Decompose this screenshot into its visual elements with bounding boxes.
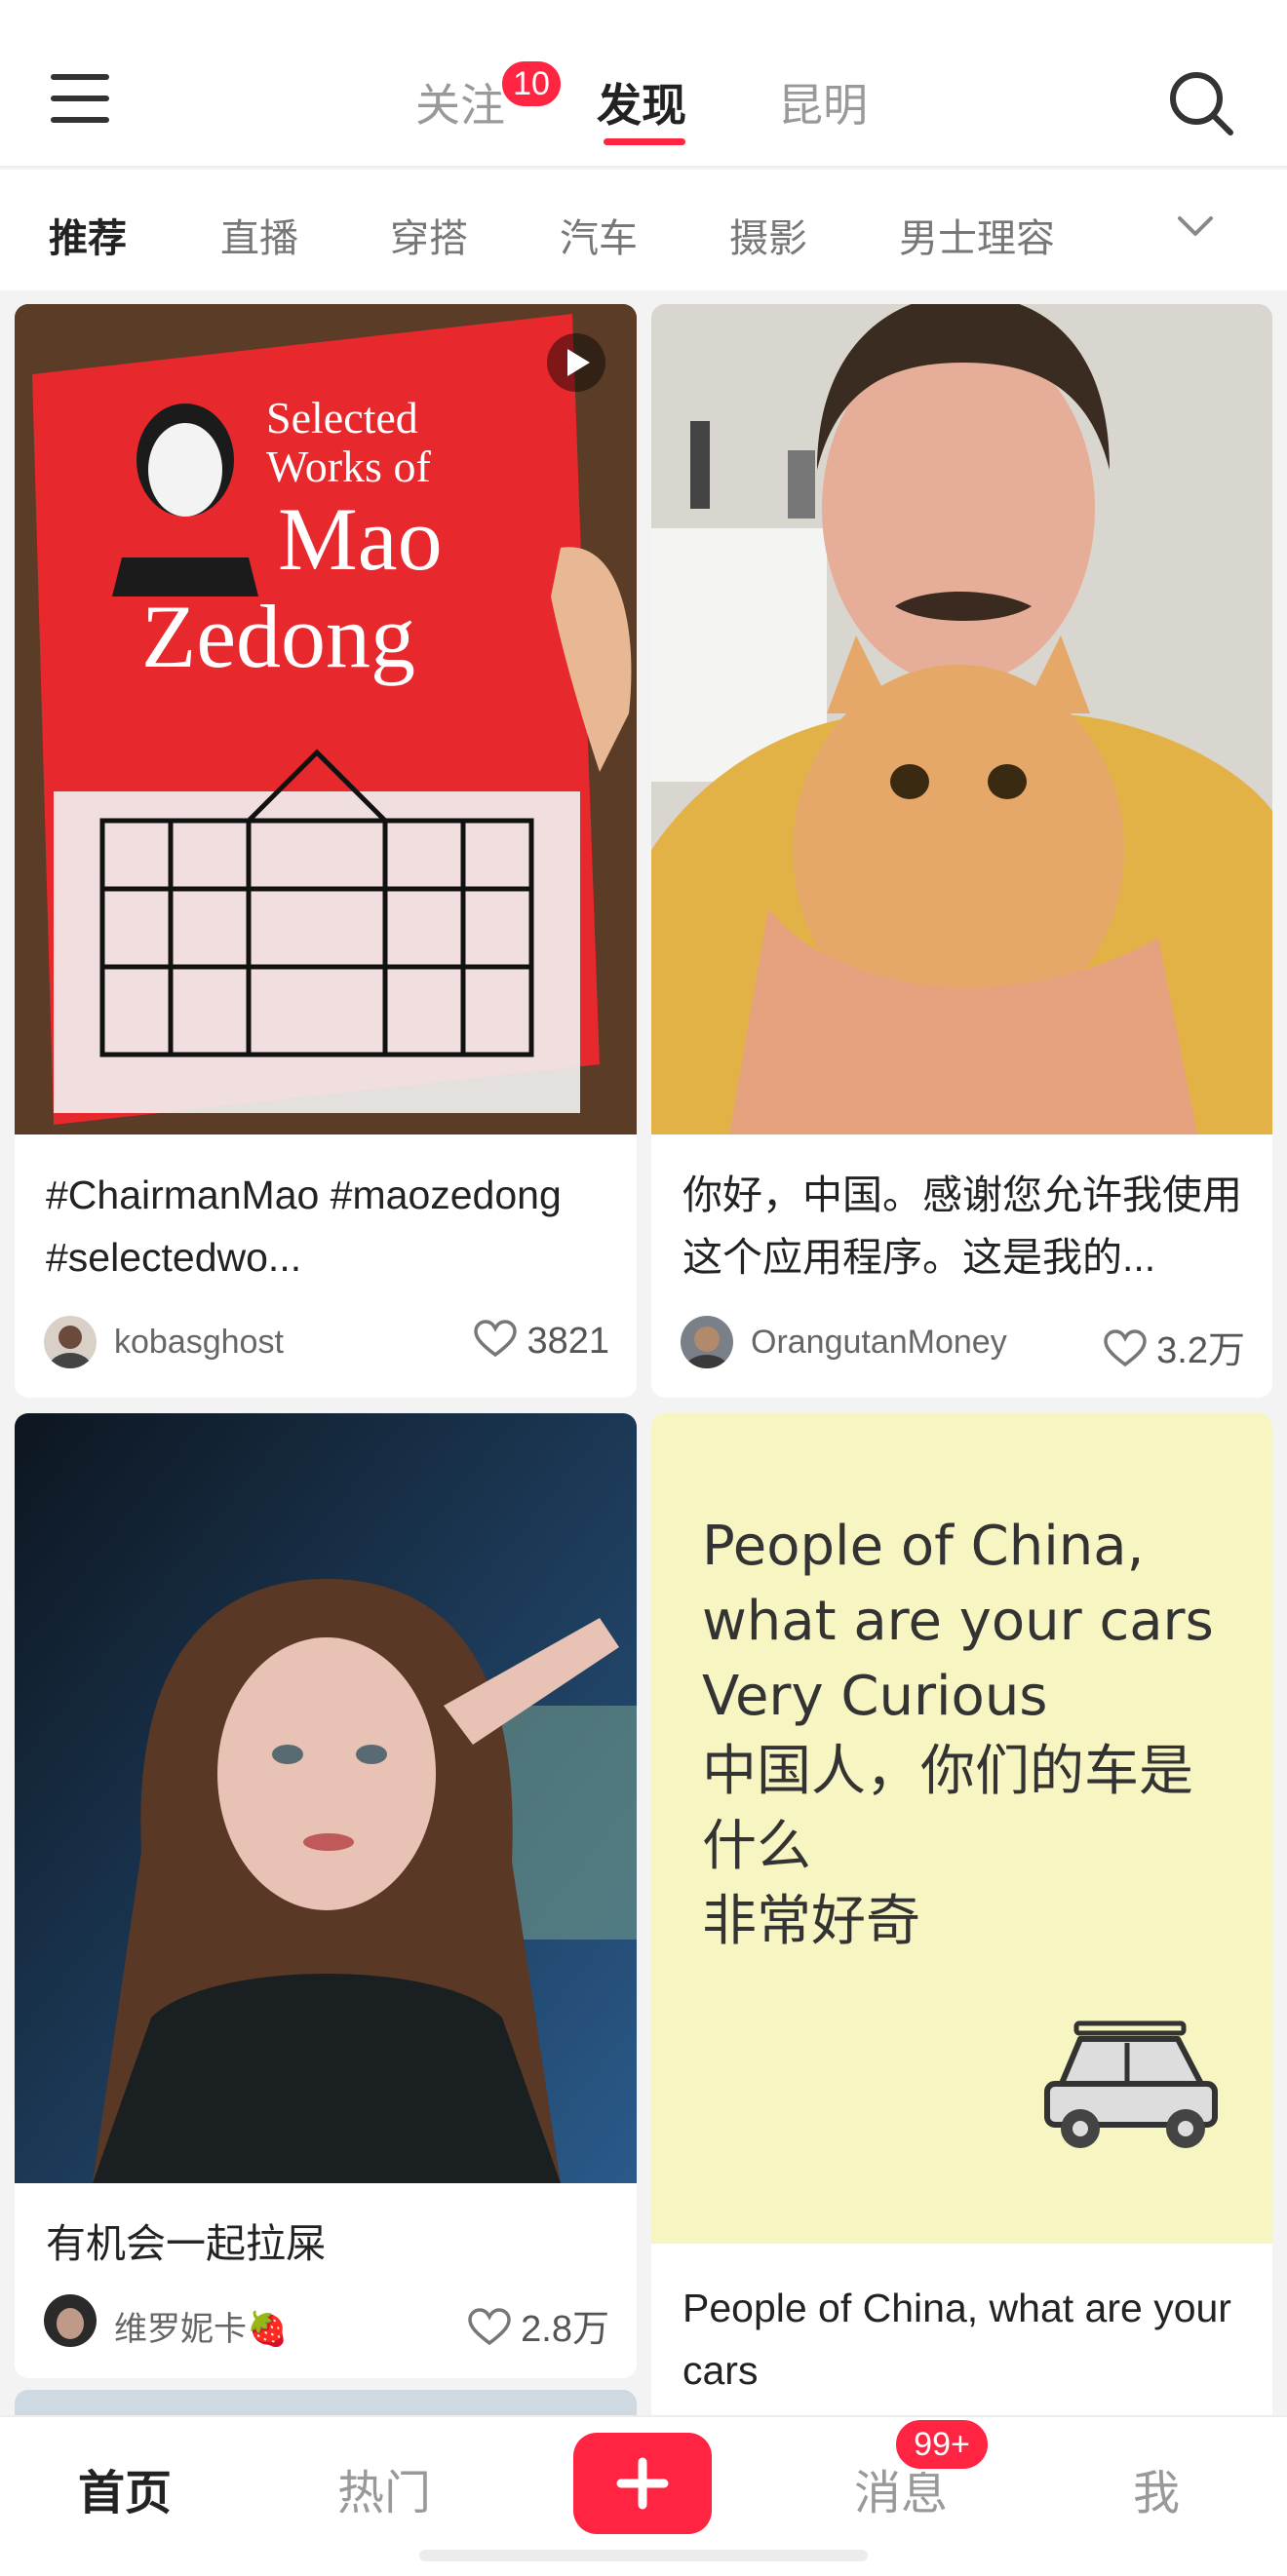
cover-text-line: Zedong bbox=[141, 587, 415, 686]
category-live[interactable]: 直播 bbox=[220, 207, 298, 263]
post-title: People of China, what are your cars bbox=[682, 2286, 1231, 2393]
search-icon[interactable] bbox=[1166, 68, 1236, 138]
top-nav-bar: 关注 10 发现 昆明 bbox=[0, 0, 1287, 168]
author-name[interactable]: 维罗妮卡🍓 bbox=[114, 2302, 288, 2350]
cover-text-line: 什么 bbox=[702, 1815, 811, 1878]
create-post-button[interactable] bbox=[573, 2433, 712, 2534]
cover-text: People of China, what are your cars Very… bbox=[702, 1509, 1214, 1959]
tab-local-city[interactable]: 昆明 bbox=[778, 70, 868, 132]
nav-trending[interactable]: 热门 bbox=[337, 2454, 431, 2522]
tab-follow[interactable]: 关注 bbox=[415, 70, 505, 132]
cover-text-line: 中国人，你们的车是 bbox=[702, 1740, 1193, 1803]
like-count[interactable]: 2.8万 bbox=[468, 2298, 609, 2352]
cover-text-line: Mao bbox=[278, 489, 443, 589]
hamburger-menu-icon[interactable] bbox=[51, 74, 111, 123]
messages-badge: 99+ bbox=[893, 2417, 991, 2472]
nav-home[interactable]: 首页 bbox=[78, 2454, 172, 2522]
author-name[interactable]: OrangutanMoney bbox=[751, 1324, 1007, 1362]
category-mens-grooming[interactable]: 男士理容 bbox=[899, 207, 1055, 263]
category-outfits[interactable]: 穿搭 bbox=[390, 207, 468, 263]
follow-count-badge: 10 bbox=[499, 58, 564, 109]
cover-text-line: Works of bbox=[266, 442, 431, 491]
avatar[interactable] bbox=[44, 2294, 97, 2347]
like-count-value: 3.2万 bbox=[1156, 1330, 1245, 1371]
like-count-value: 3821 bbox=[526, 1321, 609, 1362]
category-photography[interactable]: 摄影 bbox=[729, 207, 807, 263]
nav-me[interactable]: 我 bbox=[1133, 2454, 1180, 2522]
home-indicator bbox=[419, 2550, 868, 2561]
post-cover-image: Selected Works of Mao Zedong bbox=[15, 304, 637, 1134]
post-title: #ChairmanMao #maozedong #selectedwo... bbox=[46, 1173, 562, 1280]
category-bar: 推荐 直播 穿搭 汽车 摄影 男士理容 bbox=[0, 170, 1287, 290]
feed-card[interactable]: 你好，中国。感谢您允许我使用这个应用程序。这是我的... OrangutanMo… bbox=[651, 304, 1272, 1398]
like-count[interactable]: 3821 bbox=[474, 1320, 609, 1363]
cover-text-line: 非常好奇 bbox=[702, 1890, 920, 1953]
post-cover-image: People of China, what are your cars Very… bbox=[651, 1413, 1272, 2244]
feed-card[interactable]: 有机会一起拉屎 维罗妮卡🍓 2.8万 bbox=[15, 1413, 637, 2378]
post-title: 你好，中国。感谢您允许我使用这个应用程序。这是我的... bbox=[682, 1173, 1242, 1280]
cover-text-line: Very Curious bbox=[702, 1665, 1048, 1728]
feed-card[interactable]: Selected Works of Mao Zedong #ChairmanMa… bbox=[15, 304, 637, 1398]
post-meta: kobasghost 3821 bbox=[44, 1314, 609, 1368]
heart-icon bbox=[1104, 1329, 1147, 1367]
post-meta: 维罗妮卡🍓 2.8万 bbox=[44, 2292, 609, 2350]
cover-text-line: what are your cars bbox=[702, 1590, 1214, 1653]
cover-text-line: Selected bbox=[266, 393, 418, 442]
post-cover-image bbox=[15, 1413, 637, 2183]
active-tab-indicator bbox=[604, 138, 685, 145]
chevron-down-icon[interactable] bbox=[1160, 191, 1230, 261]
category-recommended[interactable]: 推荐 bbox=[49, 207, 127, 263]
heart-icon bbox=[468, 2308, 511, 2346]
category-cars[interactable]: 汽车 bbox=[560, 207, 638, 263]
feed-card[interactable]: People of China, what are your cars Very… bbox=[651, 1413, 1272, 2446]
post-cover-image bbox=[651, 304, 1272, 1134]
tab-discover[interactable]: 发现 bbox=[597, 70, 686, 132]
suv-car-icon bbox=[1044, 2020, 1218, 2148]
plus-icon bbox=[616, 2457, 669, 2510]
like-count[interactable]: 3.2万 bbox=[1104, 1320, 1245, 1373]
heart-icon bbox=[474, 1320, 518, 1358]
author-name[interactable]: kobasghost bbox=[114, 1324, 284, 1362]
post-meta: OrangutanMoney 3.2万 bbox=[681, 1314, 1245, 1371]
cover-text-line: People of China, bbox=[702, 1515, 1145, 1578]
avatar[interactable] bbox=[44, 1316, 97, 1368]
avatar[interactable] bbox=[681, 1316, 733, 1368]
post-title: 有机会一起拉屎 bbox=[46, 2221, 326, 2266]
like-count-value: 2.8万 bbox=[521, 2309, 609, 2350]
